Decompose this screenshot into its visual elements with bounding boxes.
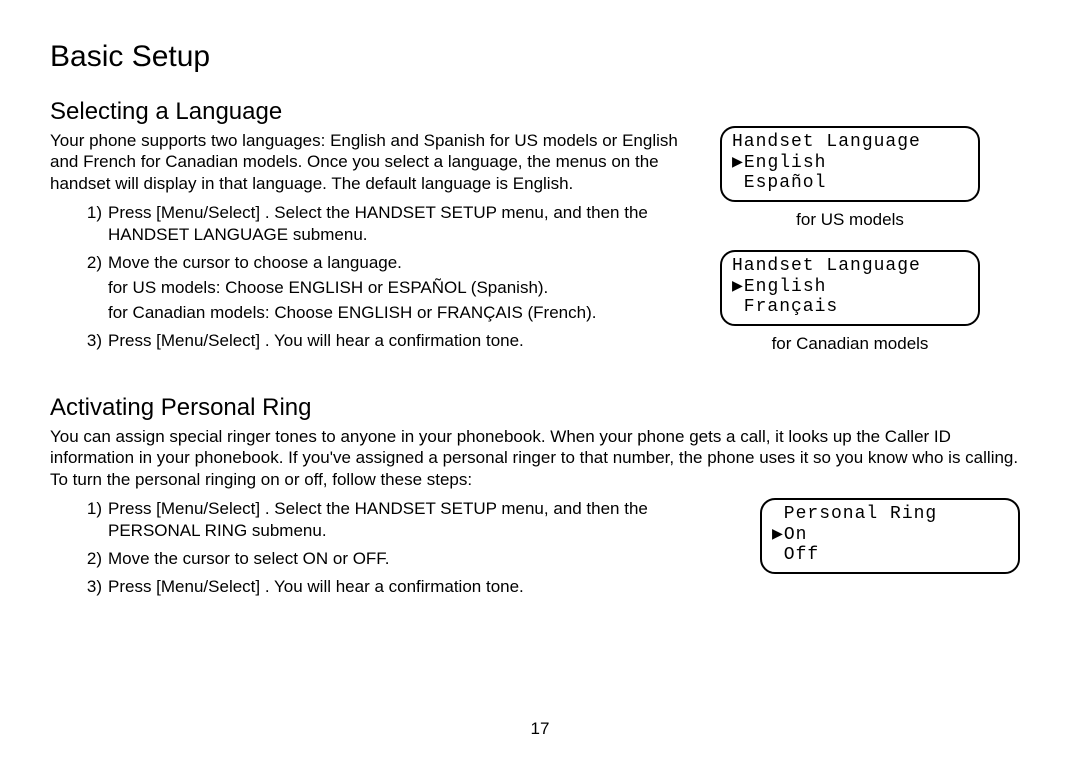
step-maintext: Move the cursor to choose a language.: [108, 253, 402, 272]
screen-line: Off: [772, 545, 1008, 566]
step-num: 2): [80, 252, 102, 324]
step-text: Press [Menu/Select] . You will hear a co…: [108, 330, 700, 352]
step-item: 1) Press [Menu/Select] . Select the HAND…: [80, 202, 700, 246]
section-language-left: Selecting a Language Your phone supports…: [50, 98, 700, 358]
personal-ring-screen: Personal Ring ▶On Off: [760, 498, 1020, 574]
step-item: 2) Move the cursor to choose a language.…: [80, 252, 700, 324]
step-text: Press [Menu/Select] . You will hear a co…: [108, 576, 740, 598]
section1-intro: Your phone supports two languages: Engli…: [50, 130, 700, 194]
page-number: 17: [531, 719, 550, 739]
step-num: 1): [80, 498, 102, 542]
step-num: 3): [80, 576, 102, 598]
page-title: Basic Setup: [50, 40, 1030, 74]
screen-line: Français: [732, 297, 968, 318]
section-personal-ring: Activating Personal Ring You can assign …: [50, 394, 1030, 604]
ca-caption: for Canadian models: [720, 334, 980, 354]
screen-line: Handset Language: [732, 256, 968, 277]
screen-line: Español: [732, 173, 968, 194]
screen-line: Personal Ring: [772, 504, 1008, 525]
section2-left: 1) Press [Menu/Select] . Select the HAND…: [50, 498, 740, 604]
step-item: 3) Press [Menu/Select] . You will hear a…: [80, 330, 700, 352]
section2-right: Personal Ring ▶On Off: [760, 498, 1020, 574]
ca-language-screen: Handset Language ▶English Français: [720, 250, 980, 326]
section2-heading: Activating Personal Ring: [50, 394, 1030, 422]
step-item: 1) Press [Menu/Select] . Select the HAND…: [80, 498, 740, 542]
screen-line: Handset Language: [732, 132, 968, 153]
screen-line: ▶English: [732, 277, 968, 298]
section1-heading: Selecting a Language: [50, 98, 700, 126]
section1-steps: 1) Press [Menu/Select] . Select the HAND…: [50, 202, 700, 353]
step-subtext: for US models: Choose ENGLISH or ESPAÑOL…: [108, 277, 700, 299]
section-language-right: Handset Language ▶English Español for US…: [720, 98, 980, 366]
step-num: 3): [80, 330, 102, 352]
screen-line: ▶On: [772, 525, 1008, 546]
step-item: 2) Move the cursor to select ON or OFF.: [80, 548, 740, 570]
step-text: Press [Menu/Select] . Select the HANDSET…: [108, 202, 700, 246]
step-item: 3) Press [Menu/Select] . You will hear a…: [80, 576, 740, 598]
step-num: 2): [80, 548, 102, 570]
section2-steps: 1) Press [Menu/Select] . Select the HAND…: [50, 498, 740, 598]
step-num: 1): [80, 202, 102, 246]
section2-row: 1) Press [Menu/Select] . Select the HAND…: [50, 498, 1030, 604]
us-language-screen: Handset Language ▶English Español: [720, 126, 980, 202]
step-subtext: for Canadian models: Choose ENGLISH or F…: [108, 302, 700, 324]
section2-intro: You can assign special ringer tones to a…: [50, 426, 1030, 490]
step-text: Press [Menu/Select] . Select the HANDSET…: [108, 498, 740, 542]
step-text: Move the cursor to select ON or OFF.: [108, 548, 740, 570]
us-caption: for US models: [720, 210, 980, 230]
section-language: Selecting a Language Your phone supports…: [50, 98, 1030, 366]
screen-line: ▶English: [732, 153, 968, 174]
step-text: Move the cursor to choose a language. fo…: [108, 252, 700, 324]
